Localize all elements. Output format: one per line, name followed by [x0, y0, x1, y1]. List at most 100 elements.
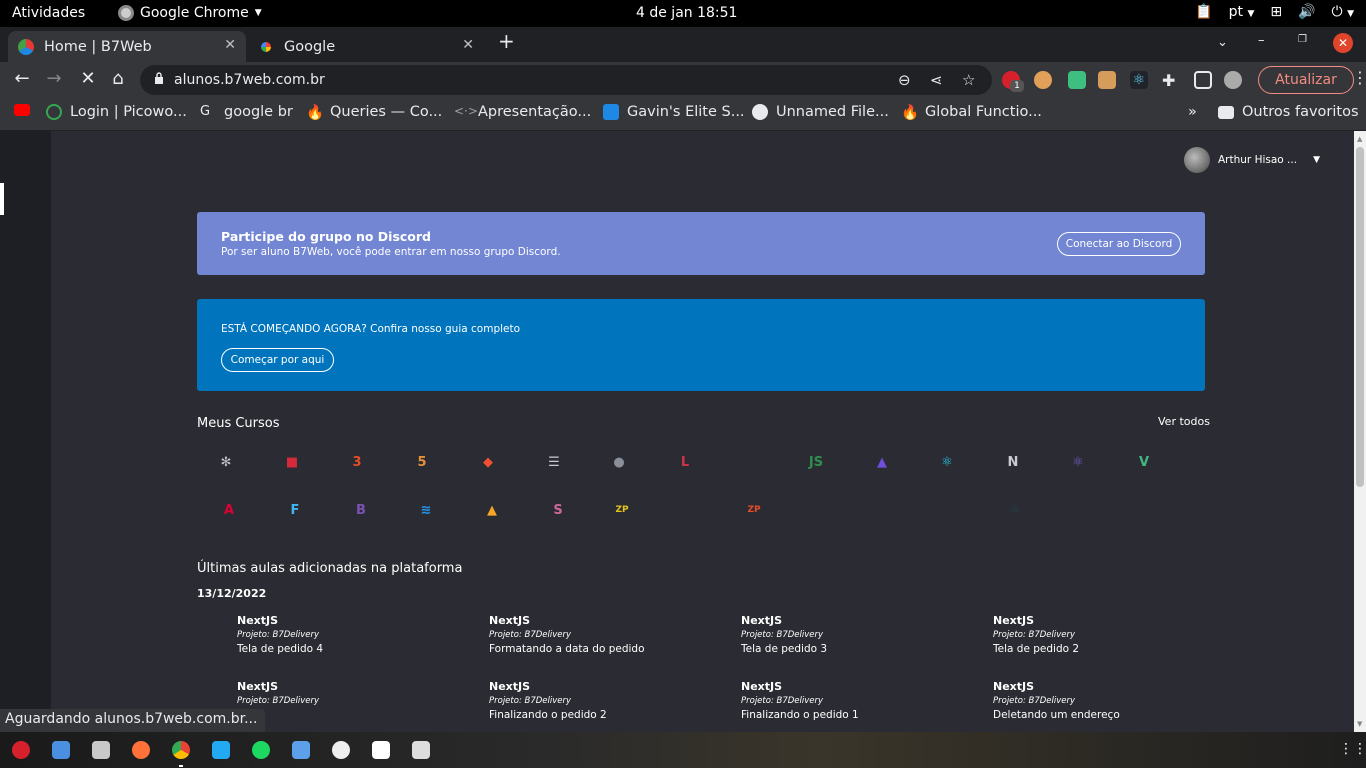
bookmark-global-functions[interactable]: 🔥 Global Functio... [901, 104, 1042, 121]
back-icon[interactable]: ← [10, 68, 34, 89]
close-icon[interactable]: ✕ [224, 37, 236, 53]
vue-icon[interactable]: V [1131, 449, 1157, 475]
home-icon[interactable]: ⌂ [106, 68, 130, 89]
stop-loading-icon[interactable]: ✕ [76, 68, 100, 89]
see-all-link[interactable]: Ver todos [1158, 415, 1210, 428]
flutter-icon[interactable]: F [282, 497, 308, 523]
lesson-card[interactable]: NextJS Projeto: B7Delivery Tela de pedido … [237, 614, 467, 655]
power-icon[interactable]: ⏻ ▼ [1332, 4, 1354, 20]
system-tray[interactable]: 📋 pt ▼ ⊞ 🔊 ⏻ ▼ [1195, 4, 1354, 20]
tool-extension-icon[interactable] [1098, 71, 1116, 89]
minimize-icon[interactable]: – [1258, 33, 1265, 48]
lesson-card[interactable]: NextJS Projeto: B7Delivery Finalizando o p… [489, 680, 719, 721]
user-menu[interactable]: Arthur Hisao ... ▼ [1184, 147, 1320, 173]
window-close-button[interactable]: ✕ [1333, 33, 1353, 53]
close-icon[interactable]: ✕ [462, 37, 474, 53]
youtube-bookmark[interactable] [14, 104, 38, 116]
git-icon[interactable]: ◆ [475, 449, 501, 475]
scrollbar-thumb[interactable] [1356, 147, 1364, 487]
docker-icon[interactable]: ≋ [413, 497, 439, 523]
bookmark-star-icon[interactable]: ☆ [962, 71, 975, 89]
bookmark-picowork[interactable]: Login | Picowo... [46, 104, 187, 120]
system-top-bar: Atividades Google Chrome ▼ 4 de jan 18:5… [0, 0, 1366, 27]
lesson-card[interactable]: NextJS Projeto: B7Delivery Finalizando o p… [741, 680, 971, 721]
update-button[interactable]: Atualizar [1258, 66, 1354, 94]
scroll-down-icon[interactable]: ▼ [1357, 720, 1362, 728]
vscode-icon[interactable] [212, 741, 230, 759]
show-apps-icon[interactable]: ⋮⋮⋮ [1339, 741, 1366, 757]
css3-icon[interactable]: 3 [344, 449, 370, 475]
server-icon[interactable]: ☰ [541, 449, 567, 475]
eyedropper-extension-icon[interactable] [1068, 71, 1086, 89]
react-devtools-icon[interactable]: ⚛ [1130, 71, 1148, 89]
adonis-icon[interactable]: ▲ [869, 449, 895, 475]
side-panel-icon[interactable] [1194, 71, 1212, 89]
notes-icon[interactable] [372, 741, 390, 759]
tab-search-icon[interactable]: ⌄ [1217, 35, 1228, 50]
sass-icon[interactable]: S [545, 497, 571, 523]
new-tab-button[interactable]: + [498, 29, 515, 53]
opera-icon[interactable] [12, 741, 30, 759]
extensions-puzzle-icon[interactable]: ✚ [1162, 71, 1180, 90]
url-text[interactable]: alunos.b7web.com.br [174, 72, 325, 88]
lesson-card[interactable]: NextJS Projeto: B7Delivery Formatando a da… [489, 614, 719, 655]
lesson-card[interactable]: NextJS Projeto: B7Delivery Tela de pedido … [993, 614, 1223, 655]
connect-discord-button[interactable]: Conectar ao Discord [1057, 232, 1181, 256]
language-indicator[interactable]: pt ▼ [1229, 4, 1255, 20]
clipboard-icon[interactable]: 📋 [1195, 4, 1212, 20]
app-menu[interactable]: Google Chrome ▼ [118, 5, 262, 21]
menu-dots-icon[interactable]: ⋮ [1352, 68, 1366, 87]
zp-js-icon[interactable]: ZP [609, 497, 635, 523]
lesson-course: NextJS [489, 614, 531, 627]
text-editor-icon[interactable] [292, 741, 310, 759]
page-scrollbar[interactable]: ▲ ▼ [1354, 131, 1366, 732]
tab-google[interactable]: Google ✕ [248, 31, 484, 62]
react-dark-icon[interactable]: ⚛ [1002, 497, 1028, 523]
bookmark-queries[interactable]: 🔥 Queries — Co... [306, 104, 442, 121]
redux-icon[interactable]: ⚛ [1065, 449, 1091, 475]
nodejs-icon[interactable]: JS [803, 449, 829, 475]
start-here-button[interactable]: Começar por aqui [221, 348, 334, 372]
more-bookmarks-icon[interactable]: » [1188, 104, 1197, 120]
discord-banner: Participe do grupo no Discord Por ser al… [197, 212, 1205, 275]
chrome-icon[interactable] [172, 741, 190, 759]
kubernetes-icon[interactable]: ✻ [213, 449, 239, 475]
firebase-icon[interactable]: ▲ [479, 497, 505, 523]
share-icon[interactable]: ⋖ [930, 71, 943, 89]
files-icon[interactable] [92, 741, 110, 759]
html5-icon[interactable]: 5 [409, 449, 435, 475]
maximize-icon[interactable]: ❐ [1298, 34, 1307, 45]
lesson-card[interactable]: NextJS Projeto: B7Delivery [237, 680, 467, 709]
lesson-card[interactable]: NextJS Projeto: B7Delivery Deletando um en… [993, 680, 1223, 721]
bookmark-unnamed-file[interactable]: Unnamed File... [752, 104, 889, 120]
nextjs-icon[interactable]: N [1000, 449, 1026, 475]
bookmark-gavins-elite[interactable]: Gavin's Elite S... [603, 104, 745, 120]
angular-icon[interactable]: A [216, 497, 242, 523]
address-bar[interactable]: alunos.b7web.com.br ⊖ ⋖ ☆ [140, 65, 992, 95]
zoom-icon[interactable]: ⊖ [898, 71, 911, 89]
bookmark-google-br[interactable]: Ggoogle br [200, 104, 293, 120]
scroll-up-icon[interactable]: ▲ [1357, 135, 1362, 143]
lesson-card[interactable]: NextJS Projeto: B7Delivery Tela de pedido … [741, 614, 971, 655]
bootstrap-icon[interactable]: B [348, 497, 374, 523]
device-icon[interactable] [412, 741, 430, 759]
volume-icon[interactable]: 🔊 [1298, 4, 1315, 20]
cat-extension-icon[interactable] [1034, 71, 1052, 89]
activities-button[interactable]: Atividades [12, 5, 85, 21]
forward-icon[interactable]: → [42, 68, 66, 89]
bookmark-outros-favoritos[interactable]: Outros favoritos [1218, 104, 1359, 120]
video-icon[interactable]: ■ [279, 449, 305, 475]
screenshot-icon[interactable] [52, 741, 70, 759]
clock[interactable]: 4 de jan 18:51 [636, 5, 737, 21]
profile-avatar-icon[interactable] [1224, 71, 1242, 89]
tab-home-b7web[interactable]: Home | B7Web ✕ [8, 31, 246, 62]
zp-html-icon[interactable]: ZP [741, 497, 767, 523]
obs-icon[interactable] [332, 741, 350, 759]
bookmark-apresentacao[interactable]: <·> Apresentação... [454, 104, 591, 120]
react-icon[interactable]: ⚛ [934, 449, 960, 475]
laravel-icon[interactable]: L [672, 449, 698, 475]
postgresql-icon[interactable]: ● [606, 449, 632, 475]
spotify-icon[interactable] [252, 741, 270, 759]
firefox-icon[interactable] [132, 741, 150, 759]
network-icon[interactable]: ⊞ [1270, 4, 1282, 20]
